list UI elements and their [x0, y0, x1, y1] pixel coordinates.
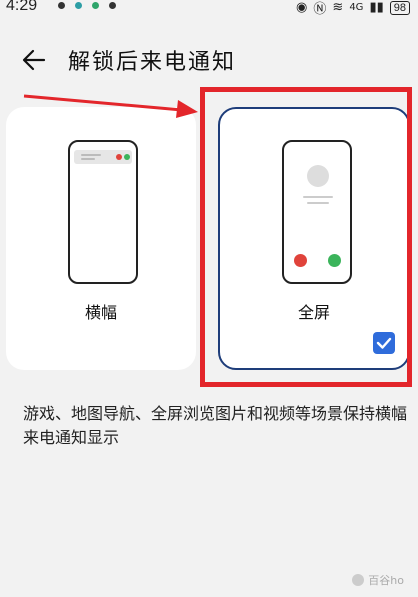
- eye-icon: ◉: [296, 0, 308, 15]
- highlight-annotation-box: [200, 87, 412, 387]
- phone-preview-banner: [68, 140, 138, 284]
- option-banner[interactable]: 横幅: [6, 107, 196, 370]
- notification-dot-icon: [75, 2, 82, 9]
- status-bar: 4:29 ◉ Ⓝ ≋ 4G ▮▮ 98: [0, 0, 418, 18]
- arrow-left-icon[interactable]: [20, 46, 48, 74]
- annotation-arrow-icon: [23, 94, 198, 118]
- banner-text-line: [81, 154, 101, 156]
- watermark-text: 百谷ho: [368, 574, 404, 587]
- banner-notification: [74, 150, 132, 164]
- decline-icon: [116, 154, 122, 160]
- banner-text-line: [81, 158, 95, 160]
- battery-icon: 98: [389, 0, 410, 15]
- accept-icon: [124, 154, 130, 160]
- signal-label: 4G: [349, 2, 364, 13]
- option-label-banner: 横幅: [84, 303, 117, 322]
- status-right: ◉ Ⓝ ≋ 4G ▮▮ 98: [296, 0, 410, 17]
- notification-dot-icon: [109, 2, 116, 9]
- notification-icons: [58, 2, 116, 9]
- notification-dot-icon: [92, 2, 99, 9]
- header: 解锁后来电通知: [0, 40, 418, 80]
- watermark: 百谷ho: [352, 572, 404, 588]
- status-time: 4:29: [6, 0, 38, 14]
- page-title: 解锁后来电通知: [68, 50, 237, 75]
- nfc-icon: Ⓝ: [313, 2, 327, 17]
- description-text: 游戏、地图导航、全屏浏览图片和视频等场景保持横幅来电通知显示: [23, 404, 408, 447]
- signal-bars-icon: ▮▮: [369, 0, 384, 15]
- watermark-logo-icon: [352, 574, 365, 586]
- notification-dot-icon: [58, 2, 65, 9]
- wifi-icon: ≋: [332, 0, 344, 15]
